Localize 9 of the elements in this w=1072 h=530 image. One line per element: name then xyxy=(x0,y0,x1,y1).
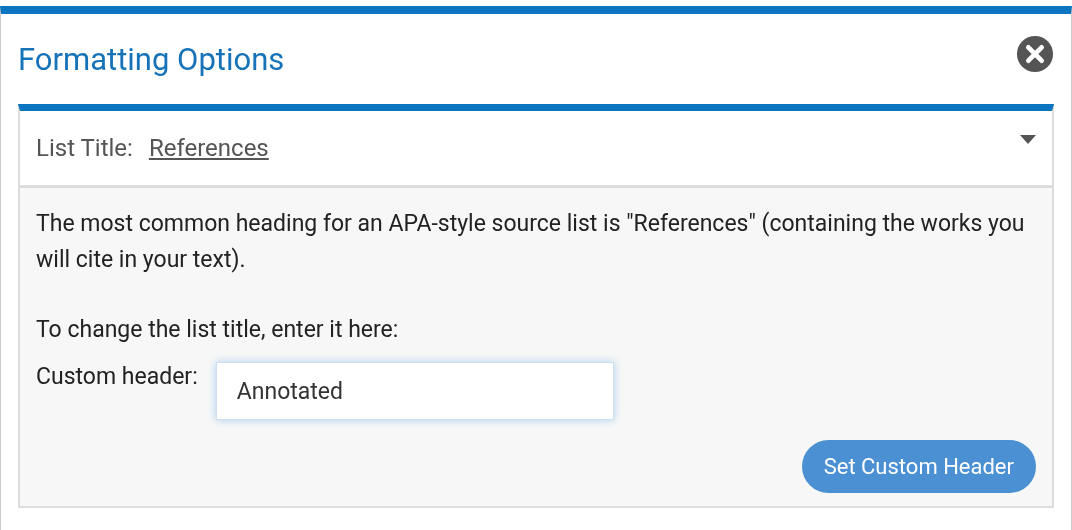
list-title-label: List Title: xyxy=(36,134,133,162)
caret-icon xyxy=(1020,135,1036,145)
custom-header-field[interactable]: Annotated xyxy=(215,362,614,420)
dialog-title: Formatting Options xyxy=(18,40,285,78)
list-title-value: References xyxy=(148,134,269,162)
prompt-text: To change the list title, enter it here: xyxy=(36,315,400,345)
field-label: Custom header: xyxy=(36,362,198,392)
description-text: The most common heading for an APA-style source list is "References" (containing the works you will cite in your text). xyxy=(36,209,1026,275)
close-icon[interactable] xyxy=(1016,35,1054,73)
